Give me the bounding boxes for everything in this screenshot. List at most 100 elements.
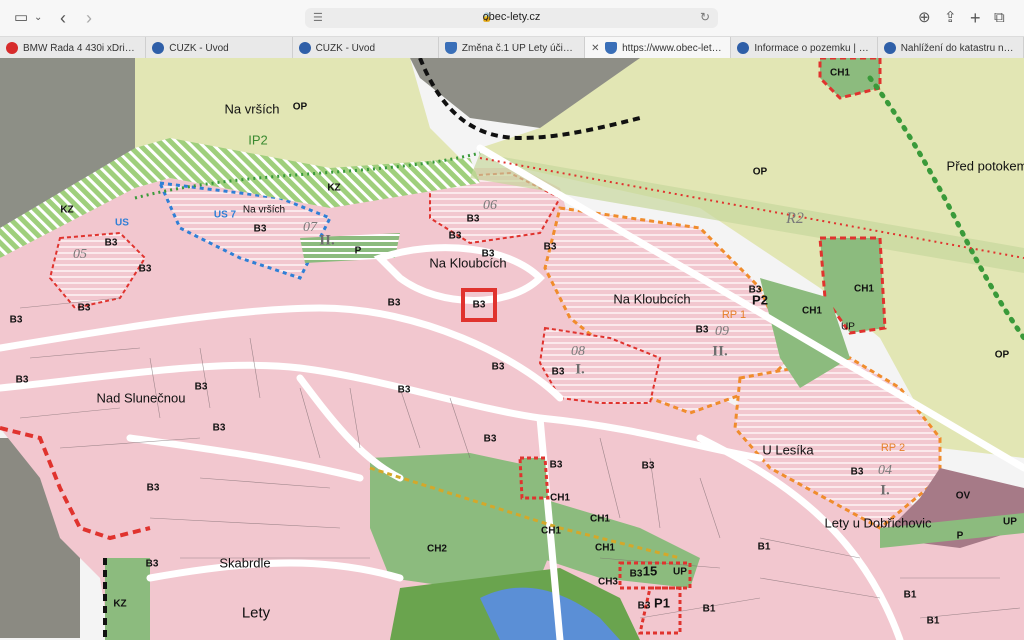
chevron-down-icon[interactable]: ⌄ (34, 9, 42, 27)
tab-label: Změna č.1 ÚP Lety účinná o... (461, 42, 579, 54)
map-label: CH1 (594, 542, 616, 554)
map-label: CH3 (597, 576, 619, 588)
map-label: RP 2 (880, 442, 906, 454)
map-label: KZ (327, 182, 341, 194)
bmw-icon (6, 42, 18, 54)
zone-label-b3: B3 (212, 422, 226, 434)
map-label: P (956, 530, 964, 542)
map-label: UP (1003, 516, 1017, 528)
map-label: I. (880, 482, 890, 499)
zone-label-b3: B3 (138, 263, 152, 275)
tab-label: Informace o pozemku | Nahl... (754, 42, 870, 54)
map-label: CH1 (540, 525, 562, 537)
map-label: U Lesíka (762, 442, 814, 458)
map-label: UP (841, 321, 855, 333)
map-label: II. (712, 343, 728, 360)
zone-label-b3: B3 (491, 361, 505, 373)
share-icon[interactable]: ⇪ (944, 9, 957, 27)
zone-label-b3: B3 (629, 568, 643, 580)
tab-bmw[interactable]: BMW Řada 4 430i xDrive Gr... (0, 37, 147, 59)
zone-label-b3: B3 (15, 374, 29, 386)
map-label: Na Kloubcích (613, 291, 691, 307)
zone-label-b3: B3 (637, 600, 651, 612)
zone-label-b3: B3 (748, 284, 762, 296)
map-label: Lety u Dobřichovic (824, 515, 932, 531)
map-label: Na vrších (224, 101, 280, 117)
map-label: 07 (303, 220, 317, 235)
highlighted-parcel-label[interactable]: B3 (473, 300, 486, 311)
map-label: OP (292, 101, 308, 113)
zone-label-b3: B3 (194, 381, 208, 393)
map-label: 08 (571, 344, 585, 359)
sidebar-toggle-icon[interactable]: ▭ (14, 9, 28, 27)
map-label: Nad Slunečnou (96, 390, 186, 406)
map-label: Skabrdle (219, 555, 271, 571)
zone-label-b3: B3 (543, 241, 557, 253)
tab-nahlizeni-katastr[interactable]: Nahlížení do katastru nemo... (878, 37, 1024, 59)
shield-icon (444, 42, 457, 54)
map-label: Lety (241, 604, 271, 622)
map-label: 05 (73, 247, 87, 262)
red-dashed-small-plot (518, 456, 550, 500)
map-label: R2 (786, 210, 804, 227)
new-tab-icon[interactable]: + (970, 9, 981, 27)
zone-label-b3: B3 (483, 433, 497, 445)
back-arrow-icon[interactable]: ‹ (60, 9, 66, 27)
tab-zmena-up[interactable]: Změna č.1 ÚP Lety účinná o... (439, 37, 586, 59)
tab-label: ČÚZK - Úvod (315, 42, 376, 54)
address-bar[interactable]: ☰ 🔒 obec-lety.cz ↻ (305, 8, 718, 28)
map-label: B1 (702, 603, 716, 615)
url-text: obec-lety.cz (482, 11, 541, 23)
zone-label-b3: B3 (695, 324, 709, 336)
cuzk-icon (298, 42, 311, 54)
map-label: Na vrších (242, 204, 286, 216)
tab-label: https://www.obec-lety.cz/e... (622, 42, 724, 54)
map-label: KZ (60, 204, 74, 216)
map-label: II. (319, 232, 335, 249)
zone-label-b3: B3 (448, 230, 462, 242)
cuzk-icon (152, 42, 165, 54)
zone-label-b3: B3 (387, 297, 401, 309)
tab-label: BMW Řada 4 430i xDrive Gr... (23, 42, 139, 54)
tab-overview-icon[interactable]: ⧉ (994, 9, 1005, 27)
map-label: RP 1 (721, 309, 747, 321)
tab-bar: BMW Řada 4 430i xDrive Gr... ČÚZK - Úvod… (0, 36, 1024, 60)
map-label: 06 (483, 198, 497, 213)
map-label: US 7 (213, 209, 237, 221)
map-label: P (354, 245, 362, 257)
map-label: B1 (903, 589, 917, 601)
zone-label-b3: B3 (146, 482, 160, 494)
map-label: UP (673, 566, 687, 578)
zone-label-b3: B3 (104, 237, 118, 249)
close-tab-icon[interactable]: ✕ (591, 43, 599, 54)
map-label: CH1 (801, 305, 823, 317)
tab-obec-lety-active[interactable]: ✕ https://www.obec-lety.cz/e... (585, 37, 732, 59)
map-label: Před potokem (946, 158, 1024, 174)
downloads-icon[interactable]: ⊕ (918, 9, 931, 27)
zone-label-b3: B3 (397, 384, 411, 396)
tab-informace-pozemku[interactable]: Informace o pozemku | Nahl... (731, 37, 878, 59)
tab-label: ČÚZK - Úvod (169, 42, 229, 54)
tab-cuzk-2[interactable]: ČÚZK - Úvod (293, 37, 439, 59)
shield-icon (605, 42, 618, 54)
zone-label-b3: B3 (641, 460, 655, 472)
zone-label-b3: B3 (549, 459, 563, 471)
map-label: CH1 (829, 67, 851, 79)
forward-arrow-icon[interactable]: › (86, 9, 92, 27)
green-zone-kz-south (105, 558, 150, 640)
map-label: B1 (757, 541, 771, 553)
map-drawing (0, 58, 1024, 640)
map-label: Na Kloubcích (429, 255, 507, 271)
map-label: CH1 (589, 513, 611, 525)
browser-toolbar: ▭ ⌄ ‹ › ☰ 🔒 obec-lety.cz ↻ ⊕ ⇪ + ⧉ (0, 0, 1024, 36)
map-label: OP (994, 349, 1010, 361)
reload-icon[interactable]: ↻ (700, 10, 710, 24)
tab-cuzk-1[interactable]: ČÚZK - Úvod (146, 37, 293, 59)
map-label: CH1 (549, 492, 571, 504)
zone-label-b3: B3 (551, 366, 565, 378)
zone-label-b3: B3 (253, 223, 267, 235)
zone-label-b3: B3 (850, 466, 864, 478)
zone-label-b3: B3 (77, 302, 91, 314)
map-label: IP2 (248, 132, 268, 148)
zoning-map[interactable]: Na vrších OP IP2 KZ KZ KZ Na vrších US 7… (0, 58, 1024, 640)
